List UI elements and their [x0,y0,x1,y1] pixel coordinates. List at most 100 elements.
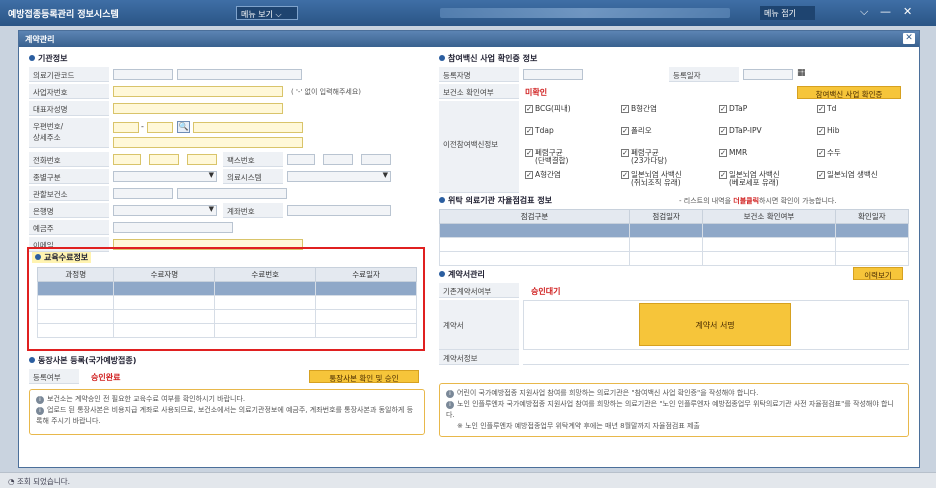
search-icon[interactable]: 🔍 [177,121,190,133]
zip2-input[interactable] [147,122,173,133]
vaccine-checkbox[interactable]: ✓ BCG(피내) [525,105,571,113]
zip1-input[interactable] [113,122,139,133]
table-row[interactable] [36,295,417,310]
label-contract-info: 계약서정보 [439,350,519,365]
checkbox-checked-icon: ✓ [525,149,533,157]
label-tel: 전화번호 [29,152,109,167]
hc-check-status: 미확인 [525,88,548,97]
vaccine-label: A형간염 [535,170,561,179]
dialog-title: 계약관리 [25,35,55,44]
tel1-input[interactable] [113,154,141,165]
consign-hint: - 리스트의 내역을 더블클릭하시면 확인이 가능합니다. [679,197,837,205]
vaccine-label: 폐렴구균 (단백결합) [535,148,569,165]
tel3-input[interactable] [187,154,217,165]
fax2-input[interactable] [323,154,353,165]
vaccine-checkbox[interactable]: ✓ 일본뇌염 사백신 (베로세포 유래) [719,171,780,187]
vaccine-checkbox[interactable]: ✓ 일본뇌염 생백신 [817,171,878,179]
addr2-input[interactable] [113,137,303,148]
dialog-titlebar: 계약관리 ✕ [19,31,919,47]
vaccine-checkbox[interactable]: ✓ 일본뇌염 사백신 (쥐뇌조직 유래) [621,171,682,187]
edu-header-row: 과정명 수료자명 수료번호 수료일자 [36,267,417,282]
bizno-input[interactable] [113,86,283,97]
menu-collapse-button[interactable]: 메뉴 접기 [760,6,815,20]
vaccine-label: BCG(피내) [535,104,571,113]
status-text: 조회 되었습니다. [16,477,71,486]
vaccine-checkbox[interactable]: ✓ 폴리오 [621,127,652,135]
vaccine-checkbox[interactable]: ✓ 폐렴구균 (단백결합) [525,149,568,165]
label-reg: 등록여부 [29,369,79,384]
vaccine-certificate-button[interactable]: 참여백신 사업 확인증 [797,86,901,99]
vaccine-label: DTaP-IPV [729,126,762,135]
vaccine-label: 수두 [827,148,841,157]
bullet-icon [439,197,445,203]
rep-input[interactable] [113,103,283,114]
vaccine-checkbox[interactable]: ✓ Td [817,105,836,113]
status-icon: ◔ [8,477,15,486]
info-icon: i [36,407,44,415]
fax3-input[interactable] [361,154,391,165]
consign-section-title: 위탁 의료기관 자율점검표 정보 [439,195,552,206]
info-icon: i [36,396,44,404]
exist-status: 승인대기 [531,287,561,296]
contract-sign-button[interactable]: 계약서 서명 [639,303,791,346]
vaccine-checkbox[interactable]: ✓ 폐렴구균 (23가다당) [621,149,667,165]
consign-header-row: 점검구분 점검일자 보건소 확인여부 확인일자 [439,209,910,224]
label-addr: 우편번호/ 상세주소 [29,118,109,148]
vaccine-checkbox[interactable]: ✓ MMR [719,149,747,157]
hc-name-field [177,188,287,199]
dropdown-icon[interactable]: ⌵ [860,5,868,19]
table-row[interactable] [439,223,910,238]
bankbook-approve-button[interactable]: 통장사본 확인 및 승인 [309,370,419,383]
table-row[interactable] [36,323,417,338]
vaccine-label: DTaP [729,104,748,113]
holder-input[interactable] [113,222,233,233]
fax1-input[interactable] [287,154,315,165]
type-select[interactable]: ▼ [113,171,217,182]
calendar-icon[interactable]: ▦ [797,68,806,78]
table-row[interactable] [36,281,417,296]
label-fax: 팩스번호 [223,152,283,167]
registrant-field [523,69,583,80]
checkbox-checked-icon: ✓ [525,127,533,135]
vaccine-label: Td [827,104,837,113]
vaccine-checkbox[interactable]: ✓ A형간염 [525,171,561,179]
label-bizno: 사업자번호 [29,84,109,99]
bullet-icon [439,55,445,61]
chevron-down-icon: ▼ [208,171,214,179]
reg-status: 승인완료 [91,373,121,382]
consign-table: 점검구분 점검일자 보건소 확인여부 확인일자 [439,209,910,266]
vaccine-label: 일본뇌염 사백신 (쥐뇌조직 유래) [631,170,682,187]
vaccine-checkbox[interactable]: ✓ Tdap [525,127,554,135]
minimize-icon[interactable]: — [880,5,891,18]
org-name-field [177,69,302,80]
notice-line: i 어린이 국가예방접종 지원사업 참여를 희망하는 의료기관은 "참여백신 사업… [446,388,902,399]
vaccine-label: 일본뇌염 사백신 (베로세포 유래) [729,170,780,187]
close-window-icon[interactable]: ✕ [903,5,912,18]
account-input[interactable] [287,205,391,216]
system-select[interactable]: ▼ [287,171,391,182]
vaccine-checkbox[interactable]: ✓ 수두 [817,149,841,157]
edu-section: 교육수료정보 과정명 수료자명 수료번호 수료일자 [27,247,425,351]
menu-toggle-button[interactable]: 메뉴 보기 ⌵ [236,6,298,20]
addr1-input[interactable] [193,122,303,133]
vaccine-checkbox[interactable]: ✓ Hib [817,127,839,135]
checkbox-checked-icon: ✓ [719,149,727,157]
consign-col-type: 점검구분 [439,209,630,224]
vaccine-label: Hib [827,126,840,135]
info-icon: i [446,401,454,409]
label-account: 계좌번호 [223,203,283,218]
checkbox-checked-icon: ✓ [621,105,629,113]
tel2-input[interactable] [149,154,179,165]
table-row[interactable] [439,237,910,252]
vaccine-checkbox[interactable]: ✓ DTaP-IPV [719,127,762,135]
dialog-close-icon[interactable]: ✕ [903,33,915,44]
table-row[interactable] [36,309,417,324]
bank-select[interactable]: ▼ [113,205,217,216]
table-row[interactable] [439,251,910,266]
history-button[interactable]: 이력보기 [853,267,903,280]
left-notice: i 보건소는 계약승인 전 필요한 교육수료 여부를 확인하시기 바랍니다. i업… [29,389,425,435]
chevron-down-icon: ▼ [382,171,388,179]
edu-table: 과정명 수료자명 수료번호 수료일자 [36,267,417,338]
vaccine-checkbox[interactable]: ✓ DTaP [719,105,747,113]
vaccine-checkbox[interactable]: ✓ B형간염 [621,105,657,113]
